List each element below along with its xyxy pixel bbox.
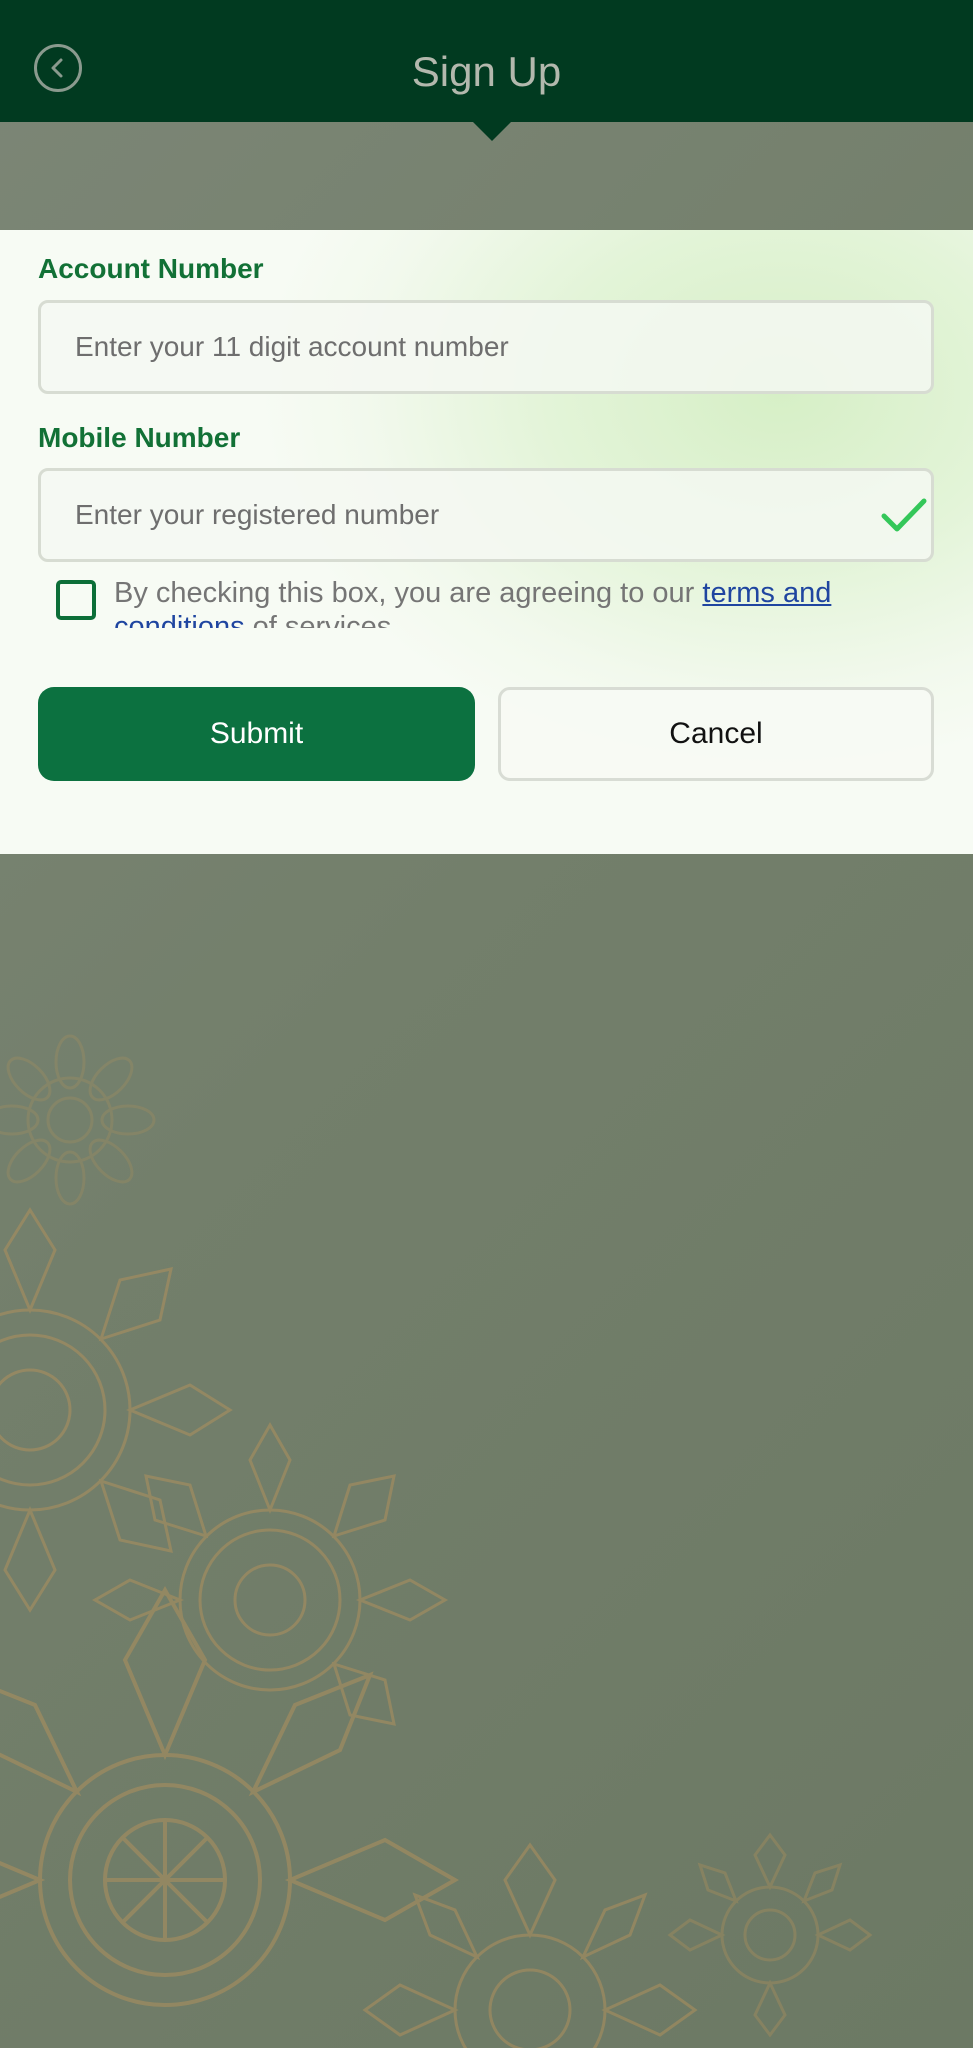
account-number-input[interactable] bbox=[41, 303, 931, 391]
account-number-field-container bbox=[38, 300, 934, 394]
terms-text: By checking this box, you are agreeing t… bbox=[114, 576, 914, 628]
terms-text-after: of services bbox=[252, 611, 392, 628]
mobile-number-input[interactable] bbox=[41, 471, 931, 559]
page-title: Sign Up bbox=[411, 48, 562, 95]
app-bar-notch bbox=[472, 121, 512, 141]
mobile-number-field-container bbox=[38, 468, 934, 562]
terms-text-before: By checking this box, you are agreeing t… bbox=[114, 577, 703, 609]
mobile-number-label: Mobile Number bbox=[38, 422, 241, 453]
submit-button[interactable]: Submit bbox=[38, 687, 475, 781]
cancel-button[interactable]: Cancel bbox=[498, 687, 934, 781]
signup-form-card: Account Number Mobile Number By checking… bbox=[0, 230, 973, 854]
app-bar: Sign Up bbox=[0, 0, 973, 122]
terms-checkbox[interactable] bbox=[56, 580, 96, 620]
checkmark-icon bbox=[881, 498, 927, 532]
account-number-label: Account Number bbox=[38, 253, 264, 284]
